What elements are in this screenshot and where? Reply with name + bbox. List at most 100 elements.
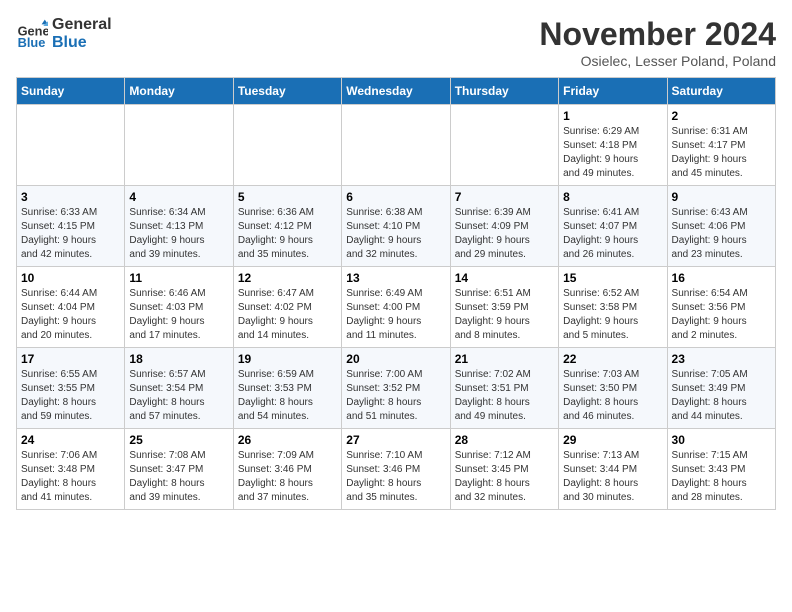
- calendar-cell: [233, 105, 341, 186]
- calendar-cell: 22 Sunrise: 7:03 AM Sunset: 3:50 PM Dayli…: [559, 348, 667, 429]
- logo-line1: General: [52, 16, 112, 34]
- day-number: 10: [21, 271, 120, 285]
- day-info: Sunrise: 7:10 AM Sunset: 3:46 PM Dayligh…: [346, 449, 445, 505]
- calendar-cell: 11Sunrise: 6:46 AM Sunset: 4:03 PM Dayli…: [125, 267, 233, 348]
- day-info: Sunrise: 7:03 AM Sunset: 3:50 PM Dayligh…: [563, 368, 662, 424]
- day-info: Sunrise: 6:57 AM Sunset: 3:54 PM Dayligh…: [129, 368, 228, 424]
- calendar-cell: 27 Sunrise: 7:10 AM Sunset: 3:46 PM Dayli…: [342, 429, 450, 510]
- day-number: 23: [672, 352, 771, 366]
- calendar-cell: 24 Sunrise: 7:06 AM Sunset: 3:48 PM Dayli…: [17, 429, 125, 510]
- weekday-header-wednesday: Wednesday: [342, 78, 450, 105]
- calendar-cell: 6 Sunrise: 6:38 AM Sunset: 4:10 PM Daylig…: [342, 186, 450, 267]
- calendar-cell: 20Sunrise: 7:00 AM Sunset: 3:52 PM Dayli…: [342, 348, 450, 429]
- day-number: 25: [129, 433, 228, 447]
- week-row-5: 24 Sunrise: 7:06 AM Sunset: 3:48 PM Dayli…: [17, 429, 776, 510]
- week-row-4: 17 Sunrise: 6:55 AM Sunset: 3:55 PM Dayli…: [17, 348, 776, 429]
- day-info: Sunrise: 7:06 AM Sunset: 3:48 PM Dayligh…: [21, 449, 120, 505]
- calendar-cell: 17 Sunrise: 6:55 AM Sunset: 3:55 PM Dayli…: [17, 348, 125, 429]
- calendar-cell: 19Sunrise: 6:59 AM Sunset: 3:53 PM Dayli…: [233, 348, 341, 429]
- calendar-cell: [450, 105, 558, 186]
- day-info: Sunrise: 6:31 AM Sunset: 4:17 PM Dayligh…: [672, 125, 771, 181]
- calendar-cell: 30 Sunrise: 7:15 AM Sunset: 3:43 PM Dayli…: [667, 429, 775, 510]
- week-row-2: 3 Sunrise: 6:33 AM Sunset: 4:15 PM Daylig…: [17, 186, 776, 267]
- day-number: 29: [563, 433, 662, 447]
- weekday-header-tuesday: Tuesday: [233, 78, 341, 105]
- calendar-cell: 8 Sunrise: 6:41 AM Sunset: 4:07 PM Daylig…: [559, 186, 667, 267]
- calendar-cell: 23 Sunrise: 7:05 AM Sunset: 3:49 PM Dayli…: [667, 348, 775, 429]
- day-info: Sunrise: 7:08 AM Sunset: 3:47 PM Dayligh…: [129, 449, 228, 505]
- month-title: November 2024: [539, 16, 776, 53]
- day-info: Sunrise: 6:34 AM Sunset: 4:13 PM Dayligh…: [129, 206, 228, 262]
- day-info: Sunrise: 7:02 AM Sunset: 3:51 PM Dayligh…: [455, 368, 554, 424]
- calendar-cell: [342, 105, 450, 186]
- calendar-cell: 15 Sunrise: 6:52 AM Sunset: 3:58 PM Dayli…: [559, 267, 667, 348]
- day-info: Sunrise: 6:55 AM Sunset: 3:55 PM Dayligh…: [21, 368, 120, 424]
- day-info: Sunrise: 7:00 AM Sunset: 3:52 PM Dayligh…: [346, 368, 445, 424]
- day-number: 15: [563, 271, 662, 285]
- day-number: 24: [21, 433, 120, 447]
- day-info: Sunrise: 6:52 AM Sunset: 3:58 PM Dayligh…: [563, 287, 662, 343]
- day-info: Sunrise: 7:15 AM Sunset: 3:43 PM Dayligh…: [672, 449, 771, 505]
- calendar-cell: 3 Sunrise: 6:33 AM Sunset: 4:15 PM Daylig…: [17, 186, 125, 267]
- weekday-header-row: SundayMondayTuesdayWednesdayThursdayFrid…: [17, 78, 776, 105]
- calendar-cell: 10 Sunrise: 6:44 AM Sunset: 4:04 PM Dayli…: [17, 267, 125, 348]
- calendar-cell: 29Sunrise: 7:13 AM Sunset: 3:44 PM Dayli…: [559, 429, 667, 510]
- weekday-header-monday: Monday: [125, 78, 233, 105]
- day-number: 13: [346, 271, 445, 285]
- logo-line2: Blue: [52, 34, 112, 52]
- page-header: General Blue General Blue November 2024 …: [16, 16, 776, 69]
- calendar-cell: 16Sunrise: 6:54 AM Sunset: 3:56 PM Dayli…: [667, 267, 775, 348]
- weekday-header-sunday: Sunday: [17, 78, 125, 105]
- day-info: Sunrise: 6:49 AM Sunset: 4:00 PM Dayligh…: [346, 287, 445, 343]
- calendar-cell: 26Sunrise: 7:09 AM Sunset: 3:46 PM Dayli…: [233, 429, 341, 510]
- calendar-cell: 9Sunrise: 6:43 AM Sunset: 4:06 PM Daylig…: [667, 186, 775, 267]
- day-number: 6: [346, 190, 445, 204]
- calendar-cell: 12Sunrise: 6:47 AM Sunset: 4:02 PM Dayli…: [233, 267, 341, 348]
- day-number: 28: [455, 433, 554, 447]
- day-number: 12: [238, 271, 337, 285]
- calendar-table: SundayMondayTuesdayWednesdayThursdayFrid…: [16, 77, 776, 510]
- svg-text:Blue: Blue: [18, 34, 46, 49]
- day-number: 26: [238, 433, 337, 447]
- weekday-header-saturday: Saturday: [667, 78, 775, 105]
- logo: General Blue General Blue: [16, 16, 112, 51]
- calendar-cell: 14 Sunrise: 6:51 AM Sunset: 3:59 PM Dayli…: [450, 267, 558, 348]
- calendar-cell: 18 Sunrise: 6:57 AM Sunset: 3:54 PM Dayli…: [125, 348, 233, 429]
- day-number: 9: [672, 190, 771, 204]
- day-number: 8: [563, 190, 662, 204]
- day-info: Sunrise: 6:38 AM Sunset: 4:10 PM Dayligh…: [346, 206, 445, 262]
- weekday-header-friday: Friday: [559, 78, 667, 105]
- day-number: 27: [346, 433, 445, 447]
- calendar-cell: 1Sunrise: 6:29 AM Sunset: 4:18 PM Daylig…: [559, 105, 667, 186]
- calendar-cell: 2Sunrise: 6:31 AM Sunset: 4:17 PM Daylig…: [667, 105, 775, 186]
- calendar-cell: [17, 105, 125, 186]
- calendar-cell: 28 Sunrise: 7:12 AM Sunset: 3:45 PM Dayli…: [450, 429, 558, 510]
- day-number: 5: [238, 190, 337, 204]
- day-number: 7: [455, 190, 554, 204]
- day-number: 22: [563, 352, 662, 366]
- day-number: 11: [129, 271, 228, 285]
- day-info: Sunrise: 6:39 AM Sunset: 4:09 PM Dayligh…: [455, 206, 554, 262]
- day-info: Sunrise: 6:41 AM Sunset: 4:07 PM Dayligh…: [563, 206, 662, 262]
- weekday-header-thursday: Thursday: [450, 78, 558, 105]
- day-number: 21: [455, 352, 554, 366]
- day-info: Sunrise: 7:12 AM Sunset: 3:45 PM Dayligh…: [455, 449, 554, 505]
- day-info: Sunrise: 6:51 AM Sunset: 3:59 PM Dayligh…: [455, 287, 554, 343]
- day-number: 18: [129, 352, 228, 366]
- day-number: 14: [455, 271, 554, 285]
- day-info: Sunrise: 6:33 AM Sunset: 4:15 PM Dayligh…: [21, 206, 120, 262]
- day-info: Sunrise: 7:05 AM Sunset: 3:49 PM Dayligh…: [672, 368, 771, 424]
- calendar-cell: 13 Sunrise: 6:49 AM Sunset: 4:00 PM Dayli…: [342, 267, 450, 348]
- day-number: 17: [21, 352, 120, 366]
- day-number: 3: [21, 190, 120, 204]
- location: Osielec, Lesser Poland, Poland: [539, 53, 776, 69]
- calendar-cell: 7 Sunrise: 6:39 AM Sunset: 4:09 PM Daylig…: [450, 186, 558, 267]
- day-number: 16: [672, 271, 771, 285]
- logo-icon: General Blue: [16, 18, 48, 50]
- calendar-cell: 21 Sunrise: 7:02 AM Sunset: 3:51 PM Dayli…: [450, 348, 558, 429]
- day-number: 30: [672, 433, 771, 447]
- day-number: 1: [563, 109, 662, 123]
- title-section: November 2024 Osielec, Lesser Poland, Po…: [539, 16, 776, 69]
- day-info: Sunrise: 6:44 AM Sunset: 4:04 PM Dayligh…: [21, 287, 120, 343]
- calendar-cell: 25 Sunrise: 7:08 AM Sunset: 3:47 PM Dayli…: [125, 429, 233, 510]
